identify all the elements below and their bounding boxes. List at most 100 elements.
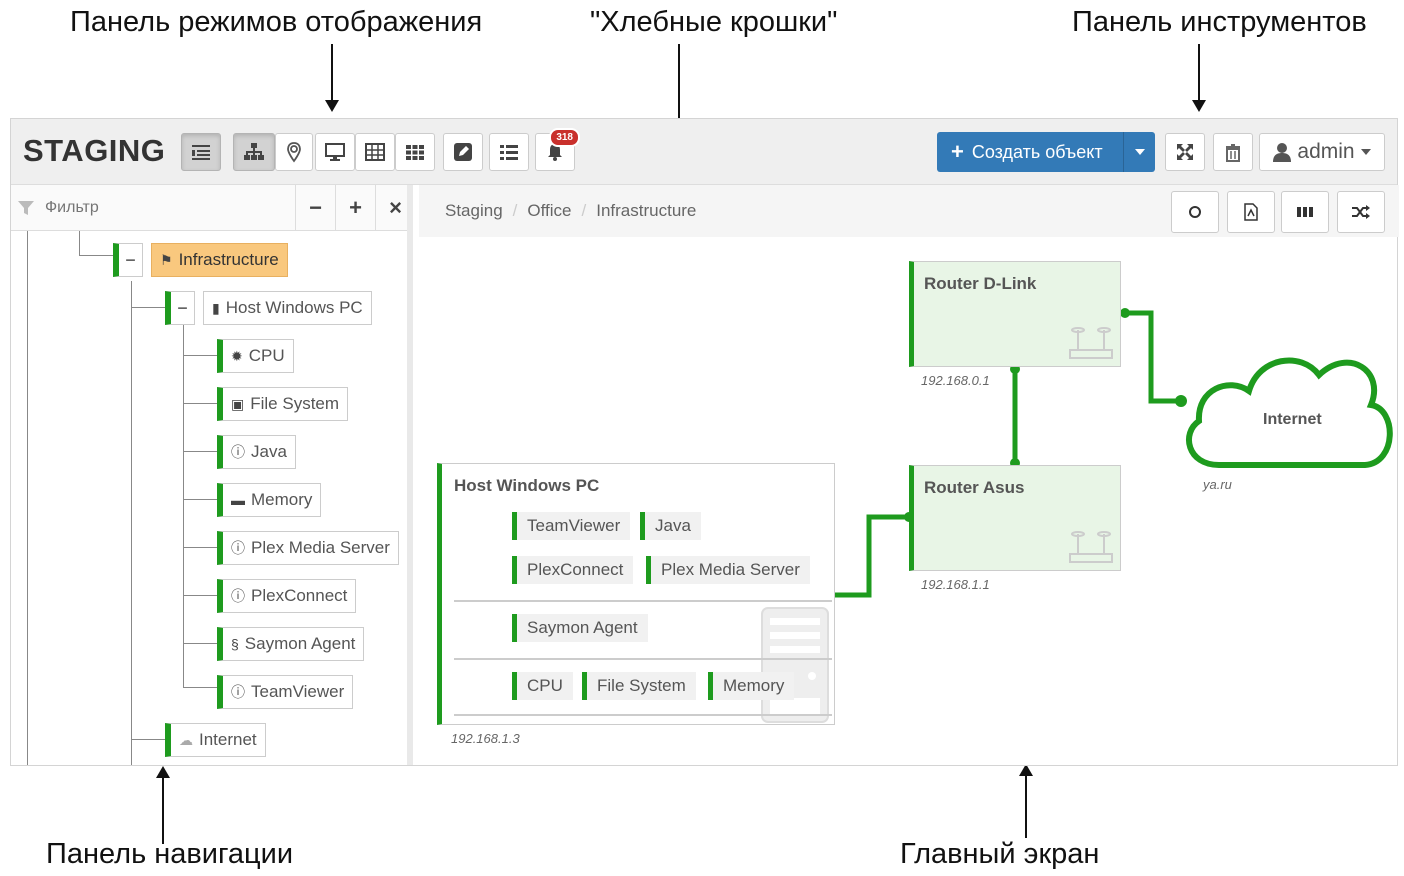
tree-node-label: Internet — [199, 730, 257, 749]
collapse-all-button[interactable]: − — [295, 185, 335, 231]
table-view-button[interactable] — [355, 133, 395, 171]
tree-node-plex-media-server[interactable]: ⓘ Plex Media Server — [217, 531, 399, 565]
minus-icon: − — [309, 195, 322, 220]
service-chip[interactable]: TeamViewer — [512, 512, 631, 540]
filter-input[interactable] — [11, 185, 295, 231]
router-dlink-box[interactable]: Router D-Link — [909, 261, 1121, 367]
clear-filter-button[interactable]: × — [375, 185, 415, 231]
document-button[interactable] — [1227, 191, 1275, 233]
notifications-button[interactable]: 318 — [535, 128, 580, 171]
map-view-button[interactable] — [275, 133, 313, 171]
collapse-toggle[interactable]: − — [113, 243, 143, 277]
shuffle-button[interactable] — [1337, 191, 1385, 233]
list-view-button[interactable] — [489, 133, 529, 171]
breadcrumb-bar: Staging / Office / Infrastructure — [419, 185, 1399, 237]
tree-line — [131, 739, 165, 740]
sitemap-icon: ⚑ — [160, 251, 173, 268]
memory-icon: ▬ — [231, 492, 245, 508]
router-asus-ip: 192.168.1.1 — [921, 577, 990, 592]
topbar: STAGING 318 + Создать объект admin — [11, 119, 1397, 185]
table-icon — [365, 143, 385, 161]
edit-view-button[interactable] — [443, 133, 483, 171]
internet-title[interactable]: Internet — [1263, 411, 1322, 429]
shuffle-icon — [1352, 205, 1370, 219]
collapse-toggle[interactable]: − — [165, 291, 195, 325]
router-asus-title: Router Asus — [924, 478, 1025, 497]
link-host-asus — [834, 514, 909, 598]
create-object-dropdown[interactable] — [1123, 132, 1155, 172]
user-menu-button[interactable]: admin — [1259, 133, 1385, 171]
tree-node-label: File System — [250, 394, 340, 413]
tree-node-saymon-agent[interactable]: § Saymon Agent — [217, 627, 365, 661]
router-icon — [1069, 531, 1113, 563]
columns-button[interactable] — [1281, 191, 1329, 233]
tree-node-internet[interactable]: ☁ Internet — [165, 723, 266, 757]
plus-icon: + — [349, 195, 362, 220]
fullscreen-button[interactable] — [1165, 133, 1205, 171]
metric-chip[interactable]: File System — [582, 672, 696, 700]
annotation-navigation: Панель навигации — [46, 838, 294, 870]
host-windows-pc-box[interactable]: Host Windows PC TeamViewer Java PlexConn… — [437, 463, 835, 725]
list-icon — [500, 145, 518, 160]
breadcrumb-item[interactable]: Staging — [445, 201, 503, 221]
tree-line — [183, 687, 217, 688]
annotation-main-screen: Главный экран — [900, 838, 1100, 870]
tree-line — [183, 499, 217, 500]
link-endpoint — [1120, 308, 1130, 318]
expand-all-button[interactable]: + — [335, 185, 375, 231]
agent-icon: § — [231, 636, 239, 652]
tree-node-label: Host Windows PC — [225, 298, 363, 317]
router-asus-box[interactable]: Router Asus — [909, 465, 1121, 571]
cloud-icon: ☁ — [179, 731, 193, 748]
service-chip[interactable]: Plex Media Server — [646, 556, 810, 584]
tree-node-teamviewer[interactable]: ⓘ TeamViewer — [217, 675, 354, 709]
tree-node-filesystem[interactable]: ▣ File System — [217, 387, 349, 421]
tree-line — [183, 403, 217, 404]
history-button[interactable] — [1171, 191, 1219, 233]
caret-down-icon — [1134, 149, 1145, 155]
tree-line — [131, 281, 132, 765]
service-chip[interactable]: Java — [640, 512, 701, 540]
service-chip[interactable]: Saymon Agent — [512, 614, 648, 642]
tree-view-button[interactable] — [181, 133, 221, 171]
tree-node-java[interactable]: ⓘ Java — [217, 435, 296, 469]
info-icon: ⓘ — [231, 540, 245, 556]
grid-icon — [406, 145, 424, 160]
divider — [454, 714, 832, 716]
tree-node-plexconnect[interactable]: ⓘ PlexConnect — [217, 579, 357, 613]
notifications-badge: 318 — [549, 128, 580, 147]
router-dlink-title: Router D-Link — [924, 274, 1037, 293]
grid-view-button[interactable] — [395, 133, 435, 171]
dashboard-view-button[interactable] — [315, 133, 355, 171]
create-object-button[interactable]: + Создать объект — [937, 132, 1155, 172]
tree-line — [79, 231, 80, 255]
tree-line — [183, 451, 217, 452]
tree-node-cpu[interactable]: ✹ CPU — [217, 339, 294, 373]
metric-chip[interactable]: Memory — [708, 672, 795, 700]
main-screen: Router D-Link 192.168.0.1 Router Asus 19… — [419, 237, 1397, 765]
tree-node-host[interactable]: ▮ Host Windows PC — [203, 291, 372, 325]
tree-node-memory[interactable]: ▬ Memory — [217, 483, 322, 517]
user-icon — [1273, 143, 1292, 162]
create-object-main[interactable]: + Создать объект — [937, 132, 1123, 172]
router-dlink-ip: 192.168.0.1 — [921, 373, 990, 388]
app-window: STAGING 318 + Создать объект admin Фильт… — [10, 118, 1399, 766]
tree-line — [27, 231, 28, 765]
breadcrumb-item[interactable]: Office — [527, 201, 571, 221]
service-chip[interactable]: PlexConnect — [512, 556, 634, 584]
delete-button[interactable] — [1213, 133, 1253, 171]
filter-row: − + × — [11, 185, 407, 231]
tree-line — [79, 255, 113, 256]
tree-node-label: Plex Media Server — [251, 538, 390, 557]
tree-node-label: CPU — [248, 346, 285, 365]
tree-line — [183, 355, 217, 356]
close-icon: × — [389, 195, 402, 220]
info-icon: ⓘ — [231, 444, 245, 460]
link-dlink-internet — [1125, 310, 1181, 404]
router-icon — [1069, 327, 1113, 359]
arrow-toolbar — [1192, 44, 1206, 112]
internet-ip: ya.ru — [1203, 477, 1232, 492]
metric-chip[interactable]: CPU — [512, 672, 573, 700]
tree-node-infrastructure[interactable]: ⚑ Infrastructure — [151, 243, 288, 277]
hierarchy-view-button[interactable] — [233, 133, 275, 171]
